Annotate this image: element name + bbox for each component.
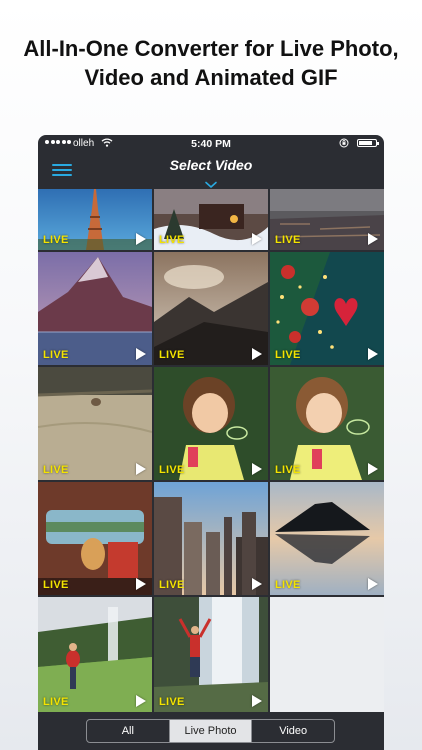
grid-item-misty-mountains[interactable]: LIVE [154,252,268,365]
grid-item-eiffel-tower[interactable]: LIVE [38,189,152,250]
grid-item-lake-mountain-reflection[interactable]: LIVE [270,482,384,595]
grid-item-christmas-tree[interactable]: LIVE [270,252,384,365]
live-badge: LIVE [43,579,69,591]
grid-item-girl-blowing-bubbles-1[interactable]: LIVE [154,367,268,480]
grid-item-girl-blowing-bubbles-2[interactable]: LIVE [270,367,384,480]
live-badge: LIVE [275,464,301,476]
live-badge: LIVE [43,234,69,246]
nav-bar: Select Video [38,153,384,189]
live-badge: LIVE [43,464,69,476]
live-badge: LIVE [43,349,69,361]
play-icon [368,233,378,245]
headline-line-2: Video and Animated GIF [84,65,338,90]
live-badge: LIVE [275,234,301,246]
grid-item-person-under-waterfall[interactable]: LIVE [154,597,268,712]
grid-item-hiker-near-waterfall[interactable]: LIVE [38,597,152,712]
rotation-lock-icon [339,138,349,151]
empty-grid-cell [270,597,384,712]
promo-headline: All-In-One Converter for Live Photo, Vid… [0,34,422,92]
play-icon [368,463,378,475]
live-badge: LIVE [159,696,185,708]
play-icon [136,578,146,590]
headline-line-1: All-In-One Converter for Live Photo, [23,36,399,61]
hiker-near-waterfall-thumbnail [38,597,152,712]
play-icon [252,463,262,475]
tab-all[interactable]: All [87,720,169,742]
grid-item-dog-on-grass[interactable]: LIVE [38,367,152,480]
play-icon [368,578,378,590]
grid-item-new-york-skyline[interactable]: LIVE [154,482,268,595]
live-badge: LIVE [275,579,301,591]
status-bar: olleh 5:40 PM [38,135,384,153]
phone-screen: olleh 5:40 PM Select Video LIVE LIVE LIV… [38,135,384,750]
battery-icon [357,139,379,147]
video-grid: LIVE LIVE LIVE LIVE LIVE LIVE LIVE LIVE … [38,189,384,712]
play-icon [252,233,262,245]
live-badge: LIVE [43,696,69,708]
status-time: 5:40 PM [191,138,231,150]
live-badge: LIVE [275,349,301,361]
tab-live-photo[interactable]: Live Photo [168,720,252,742]
live-badge: LIVE [159,349,185,361]
play-icon [136,695,146,707]
tab-video[interactable]: Video [251,720,334,742]
live-badge: LIVE [159,234,185,246]
page-title: Select Video [169,157,253,173]
grid-item-snowy-cabin[interactable]: LIVE [154,189,268,250]
play-icon [136,233,146,245]
play-icon [136,348,146,360]
play-icon [252,695,262,707]
grid-item-city-aerial[interactable]: LIVE [270,189,384,250]
person-under-waterfall-thumbnail [154,597,268,712]
play-icon [252,578,262,590]
grid-item-mountain-lake[interactable]: LIVE [38,252,152,365]
play-icon [368,348,378,360]
filter-segmented-control: All Live Photo Video [86,719,335,743]
live-badge: LIVE [159,464,185,476]
play-icon [136,463,146,475]
play-icon [252,348,262,360]
bottom-tab-bar: All Live Photo Video [38,712,384,750]
live-badge: LIVE [159,579,185,591]
grid-item-vintage-van-interior[interactable]: LIVE [38,482,152,595]
